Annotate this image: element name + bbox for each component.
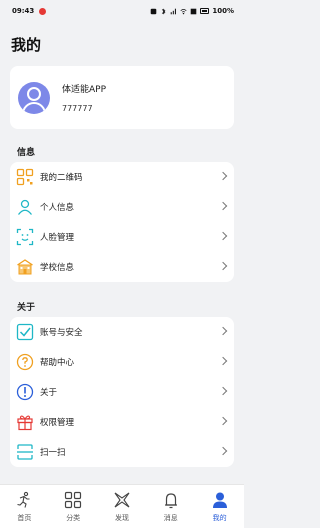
battery-icon xyxy=(200,8,210,14)
chevron-right-icon xyxy=(218,386,228,396)
menu-label: 个人信息 xyxy=(40,203,75,213)
bell-icon xyxy=(162,491,180,509)
menu-card-about: 账号与安全 帮助中心 关于 权限管理 扫一扫 xyxy=(10,317,234,467)
menu-item-account-security[interactable]: 账号与安全 xyxy=(10,317,234,347)
scan-icon xyxy=(16,443,34,461)
battery-level: 100% xyxy=(212,7,234,15)
gift-icon xyxy=(16,413,34,431)
menu-label: 帮助中心 xyxy=(40,358,75,368)
menu-label: 关于 xyxy=(40,388,58,398)
menu-item-help-center[interactable]: 帮助中心 xyxy=(10,347,234,377)
chevron-right-icon xyxy=(218,326,228,336)
discover-icon xyxy=(113,491,131,509)
section-title-about: 关于 xyxy=(17,303,36,313)
profile-icon xyxy=(211,491,229,509)
status-left: 09:43 xyxy=(12,7,47,15)
avatar[interactable] xyxy=(18,81,50,114)
nav-label: 发现 xyxy=(114,514,129,522)
status-bar: 09:43 100% xyxy=(0,0,244,22)
nav-label: 消息 xyxy=(163,514,178,522)
menu-item-face-management[interactable]: 人脸管理 xyxy=(10,222,234,252)
profile-text: 体适能APP 777777 xyxy=(62,82,106,113)
nfc-icon xyxy=(151,8,157,14)
menu-item-school-info[interactable]: 学校信息 xyxy=(10,252,234,282)
chevron-right-icon xyxy=(218,446,228,456)
section-title-info: 信息 xyxy=(17,148,36,158)
chevron-right-icon xyxy=(218,261,228,271)
person-icon xyxy=(16,198,34,216)
signal-icon xyxy=(171,8,177,14)
status-right: 100% xyxy=(150,7,234,15)
info-icon xyxy=(16,383,34,401)
grid-icon xyxy=(64,491,82,509)
nav-item-home[interactable]: 首页 xyxy=(0,491,48,523)
nav-label: 我的 xyxy=(212,514,227,522)
bottom-nav: 首页 分类 发现 消息 我的 xyxy=(0,484,244,528)
menu-item-permissions[interactable]: 权限管理 xyxy=(10,407,234,437)
profile-id: 777777 xyxy=(62,104,93,113)
chevron-right-icon xyxy=(218,201,228,211)
nav-item-category[interactable]: 分类 xyxy=(49,491,97,523)
box-icon xyxy=(191,8,197,14)
menu-label: 扫一扫 xyxy=(40,448,66,458)
chevron-right-icon xyxy=(218,356,228,366)
chevron-right-icon xyxy=(218,231,228,241)
bluetooth-icon xyxy=(162,8,166,14)
menu-card-info: 我的二维码 个人信息 人脸管理 学校信息 xyxy=(10,162,234,282)
menu-item-qr-code[interactable]: 我的二维码 xyxy=(10,162,234,192)
face-scan-icon xyxy=(16,228,34,246)
menu-item-about[interactable]: 关于 xyxy=(10,377,234,407)
chevron-right-icon xyxy=(218,171,228,181)
menu-label: 学校信息 xyxy=(40,263,75,273)
nav-label: 分类 xyxy=(66,514,81,522)
shield-check-icon xyxy=(16,323,34,341)
page-title: 我的 xyxy=(11,36,42,54)
help-icon xyxy=(16,353,34,371)
notification-icon xyxy=(39,7,47,15)
nav-item-discover[interactable]: 发现 xyxy=(98,491,146,523)
school-icon xyxy=(16,258,34,276)
qr-code-icon xyxy=(16,168,34,186)
nav-item-profile[interactable]: 我的 xyxy=(196,491,244,523)
home-runner-icon xyxy=(15,491,33,509)
menu-item-personal-info[interactable]: 个人信息 xyxy=(10,192,234,222)
menu-item-scan[interactable]: 扫一扫 xyxy=(10,437,234,467)
wifi-icon xyxy=(180,8,187,14)
profile-name: 体适能APP xyxy=(62,85,107,95)
menu-label: 我的二维码 xyxy=(40,173,83,183)
nav-label: 首页 xyxy=(17,514,32,522)
status-time: 09:43 xyxy=(12,7,35,15)
chevron-right-icon xyxy=(218,416,228,426)
profile-card[interactable]: 体适能APP 777777 xyxy=(10,66,234,129)
nav-item-messages[interactable]: 消息 xyxy=(147,491,195,523)
menu-label: 人脸管理 xyxy=(40,233,75,243)
menu-label: 权限管理 xyxy=(40,418,75,428)
menu-label: 账号与安全 xyxy=(40,328,83,338)
